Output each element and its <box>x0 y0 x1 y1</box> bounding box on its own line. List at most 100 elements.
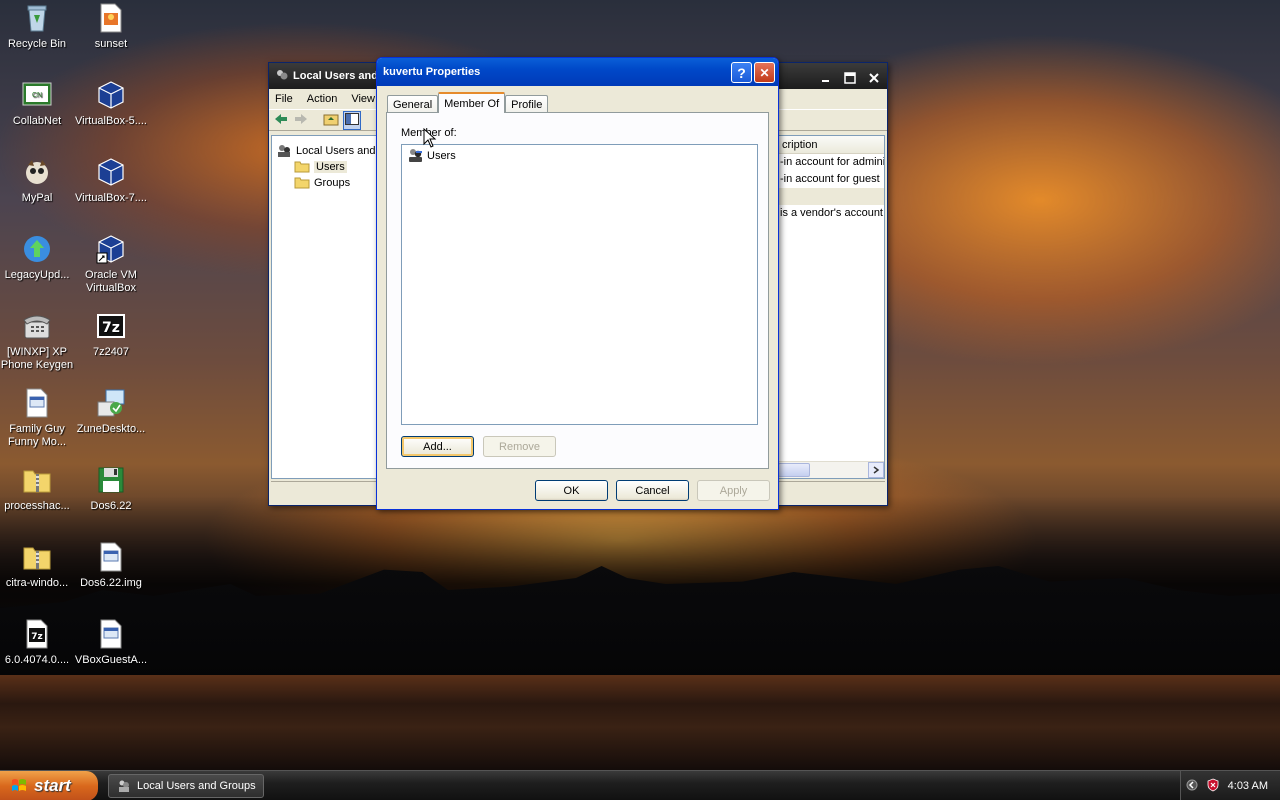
desktop-icon[interactable]: ZuneDeskto... <box>74 387 148 436</box>
7zip-icon: 7z <box>95 310 127 342</box>
forward-arrow-icon[interactable] <box>293 112 309 129</box>
desktop-icon[interactable]: processhac... <box>0 464 74 513</box>
desktop-icon[interactable]: CN CollabNet <box>0 79 74 128</box>
mouse-cursor-icon <box>423 128 437 148</box>
zip-folder-icon <box>21 464 53 496</box>
dialog-titlebar[interactable]: kuvertu Properties ? ✕ <box>377 58 778 86</box>
taskbar-item-local-users[interactable]: Local Users and Groups <box>108 774 264 798</box>
tray-expand-icon[interactable] <box>1186 779 1198 794</box>
desktop-icon-label: Dos6.22 <box>90 500 132 512</box>
list-row[interactable]: -in account for adminis <box>778 154 884 171</box>
desktop-icon-label: 7z2407 <box>92 346 130 358</box>
mmc-list-pane[interactable]: cription -in account for adminis -in acc… <box>777 135 885 479</box>
desktop-icon[interactable]: sunset <box>74 2 148 51</box>
virtualbox-shortcut-icon <box>95 233 127 265</box>
list-item[interactable]: Users <box>407 148 456 163</box>
desktop-icon[interactable]: LegacyUpd... <box>0 233 74 282</box>
help-button[interactable]: ? <box>731 62 752 83</box>
7zip-archive-icon: 7z <box>21 618 53 650</box>
mmc-title: Local Users and <box>293 70 378 82</box>
minimize-button[interactable] <box>815 67 836 88</box>
mmc-tree-pane[interactable]: Local Users and G Users Groups <box>271 135 387 479</box>
desktop-icon-label: VirtualBox-7.... <box>75 192 147 204</box>
menu-action[interactable]: Action <box>307 93 338 105</box>
svg-text:7z: 7z <box>102 320 120 336</box>
users-group-icon <box>119 780 129 792</box>
floppy-icon <box>95 464 127 496</box>
tree-item-groups[interactable]: Groups <box>294 176 350 189</box>
document-icon <box>21 387 53 419</box>
tab-general[interactable]: General <box>387 95 439 113</box>
remove-button[interactable]: Remove <box>483 436 556 457</box>
folder-icon <box>294 177 310 189</box>
desktop-icon[interactable]: Family Guy Funny Mo... <box>0 387 74 449</box>
cancel-button[interactable]: Cancel <box>616 480 689 501</box>
virtualbox-icon <box>95 79 127 111</box>
dialog-close-button[interactable]: ✕ <box>754 62 775 83</box>
desktop-icon[interactable]: citra-windo... <box>0 541 74 590</box>
desktop-icon-label: CollabNet <box>12 115 62 127</box>
list-row-selected[interactable] <box>778 188 884 205</box>
desktop-icon[interactable]: Oracle VM VirtualBox <box>74 233 148 295</box>
system-tray: 4:03 AM <box>1180 771 1280 800</box>
users-group-icon <box>278 145 290 157</box>
clock[interactable]: 4:03 AM <box>1228 780 1268 792</box>
lake-reflection <box>0 675 1280 770</box>
list-row[interactable]: -in account for guest <box>778 171 884 188</box>
mmc-app-icon <box>275 68 289 85</box>
desktop-icon[interactable]: MyPal <box>0 156 74 205</box>
desktop-icon[interactable]: VirtualBox-7.... <box>74 156 148 205</box>
zip-folder-icon <box>21 541 53 573</box>
desktop-icon[interactable]: 7z 6.0.4074.0.... <box>0 618 74 667</box>
apply-button[interactable]: Apply <box>697 480 770 501</box>
maximize-button[interactable] <box>839 67 860 88</box>
show-hide-tree-icon[interactable] <box>343 110 361 130</box>
installer-icon <box>95 387 127 419</box>
desktop-icon[interactable]: Dos6.22 <box>74 464 148 513</box>
desktop-icon-label: processhac... <box>4 500 70 512</box>
dialog-title: kuvertu Properties <box>383 66 481 78</box>
desktop-icon-label: citra-windo... <box>5 577 69 589</box>
horizontal-scrollbar[interactable] <box>778 461 884 478</box>
group-icon <box>409 149 422 162</box>
menu-view[interactable]: View <box>351 93 375 105</box>
desktop-icon[interactable]: 7z 7z2407 <box>74 310 148 359</box>
desktop-icon[interactable]: [WINXP] XP Phone Keygen <box>0 310 74 372</box>
city-skyline <box>0 566 1280 680</box>
windows-logo-icon <box>12 779 26 791</box>
chevron-right-icon <box>873 466 880 474</box>
desktop-icon-label: 6.0.4074.0.... <box>4 654 70 666</box>
desktop-icon-label: [WINXP] XP Phone Keygen <box>0 346 74 371</box>
security-shield-icon[interactable] <box>1206 778 1220 795</box>
desktop-icon[interactable]: VirtualBox-5.... <box>74 79 148 128</box>
folder-icon <box>294 161 310 173</box>
desktop-icon-label: Dos6.22.img <box>80 577 142 589</box>
up-folder-icon[interactable] <box>323 112 339 129</box>
desktop-icon-label: Recycle Bin <box>7 38 67 50</box>
phone-icon <box>21 310 53 342</box>
ok-button[interactable]: OK <box>535 480 608 501</box>
member-of-panel: Member of: Users Add... Remove <box>386 112 769 469</box>
desktop-icon[interactable]: Dos6.22.img <box>74 541 148 590</box>
desktop-icon[interactable]: VBoxGuestA... <box>74 618 148 667</box>
tab-profile[interactable]: Profile <box>505 95 549 113</box>
tab-member-of[interactable]: Member Of <box>438 92 506 113</box>
desktop-icon-label: LegacyUpd... <box>4 269 70 281</box>
close-button[interactable] <box>863 67 884 88</box>
menu-file[interactable]: File <box>275 93 293 105</box>
column-header-description[interactable]: cription <box>778 136 884 154</box>
desktop-icon-label: MyPal <box>21 192 53 204</box>
properties-dialog[interactable]: kuvertu Properties ? ✕ General Member Of… <box>376 57 779 510</box>
desktop-icon[interactable]: Recycle Bin <box>0 2 74 51</box>
back-arrow-icon[interactable] <box>273 112 289 129</box>
add-button[interactable]: Add... <box>401 436 474 457</box>
scrollbar-thumb[interactable] <box>778 463 810 477</box>
recycle-bin-icon <box>21 2 53 34</box>
svg-text:7z: 7z <box>31 632 43 642</box>
tree-item-users[interactable]: Users <box>294 160 347 173</box>
tree-root-item[interactable]: Local Users and G <box>276 144 387 158</box>
scroll-right-button[interactable] <box>868 462 884 478</box>
list-row[interactable]: is a vendor's account <box>778 205 884 222</box>
start-button[interactable]: start <box>0 771 98 800</box>
member-of-listbox[interactable]: Users <box>401 128 758 425</box>
